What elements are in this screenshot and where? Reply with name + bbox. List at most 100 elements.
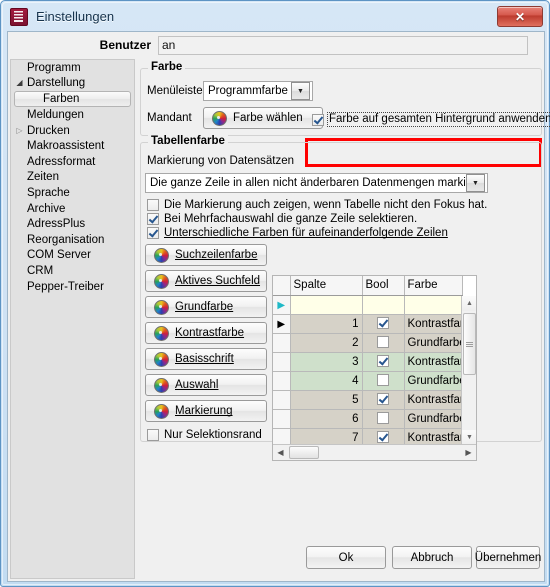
grid-header-indicator — [273, 276, 291, 296]
grid-cell-farbe: Grundfarbe — [404, 409, 463, 429]
grid-cell-bool[interactable] — [362, 352, 405, 372]
user-input[interactable] — [158, 35, 528, 55]
scroll-left-icon[interactable]: ◀ — [273, 448, 288, 457]
sidebar-item-farben[interactable]: Farben — [14, 91, 131, 108]
table-row[interactable]: ▶ 1 Kontrastfarbe — [273, 314, 463, 334]
table-row[interactable]: 5 Kontrastfarbe — [273, 390, 463, 410]
grid-cell-bool[interactable] — [362, 371, 405, 391]
grid-bool-checkbox[interactable] — [377, 431, 389, 444]
mandant-label: Mandant — [147, 112, 192, 124]
table-row[interactable]: 4 Grundfarbe — [273, 371, 463, 391]
close-icon[interactable]: ✕ — [497, 6, 543, 27]
grid-vscroll-thumb[interactable] — [463, 313, 476, 375]
sidebar-item-crm[interactable]: CRM — [11, 263, 134, 279]
scroll-up-icon[interactable]: ▲ — [462, 296, 476, 311]
color-button-label: Suchzeilenfarbe — [175, 249, 258, 261]
color-wheel-icon — [154, 273, 169, 289]
tree-expanded-icon[interactable]: ◢ — [13, 79, 26, 87]
color-wheel-icon — [154, 351, 169, 367]
sidebar-item-label: Darstellung — [27, 77, 86, 90]
window-title: Einstellungen — [36, 9, 115, 24]
menueleiste-combo[interactable]: Programmfarbe ▼ — [203, 81, 313, 101]
show-marking-without-focus-checkbox[interactable] — [147, 199, 159, 211]
color-button-auswahl[interactable]: Auswahl — [145, 374, 267, 396]
color-button-label: Aktives Suchfeld — [175, 275, 261, 287]
color-button-basisschrift[interactable]: Basisschrift — [145, 348, 267, 370]
grid-horizontal-scrollbar[interactable]: ◀ ▶ — [273, 444, 476, 460]
grid-cell-spalte — [290, 295, 363, 315]
sidebar-item-label: Makroassistent — [27, 140, 105, 153]
table-row[interactable]: 2 Grundfarbe — [273, 333, 463, 353]
table-row[interactable]: 6 Grundfarbe — [273, 409, 463, 429]
sidebar-item-programm[interactable]: Programm — [11, 60, 134, 76]
sidebar-item-sprache[interactable]: Sprache — [11, 185, 134, 201]
checkbox-row-focus[interactable]: Die Markierung auch zeigen, wenn Tabelle… — [147, 199, 487, 211]
choose-color-button[interactable]: Farbe wählen — [203, 107, 323, 129]
sidebar-item-label: Adressformat — [27, 155, 96, 168]
color-button-kontrastfarbe[interactable]: Kontrastfarbe — [145, 322, 267, 344]
selection-border-checkbox[interactable] — [147, 429, 159, 441]
selection-border-checkbox-row[interactable]: Nur Selektionsrand — [147, 429, 262, 441]
grid-bool-checkbox[interactable] — [377, 317, 389, 330]
cancel-button[interactable]: Abbruch — [392, 546, 472, 569]
markierung-combo[interactable]: Die ganze Zeile in allen nicht änderbare… — [145, 173, 488, 193]
color-button-suchzeilenfarbe[interactable]: Suchzeilenfarbe — [145, 244, 267, 266]
new-record-arrow-icon: ▶ — [277, 299, 286, 311]
grid-cell-bool[interactable] — [362, 409, 405, 429]
ok-button[interactable]: Ok — [306, 546, 386, 569]
grid-cell-bool[interactable] — [362, 295, 405, 315]
sidebar-item-archive[interactable]: Archive — [11, 201, 134, 217]
title-bar: Einstellungen ✕ — [3, 3, 549, 30]
grid-insert-row[interactable]: ▶ — [273, 295, 463, 315]
sidebar-item-drucken[interactable]: ▷ Drucken — [11, 123, 134, 139]
color-button-grundfarbe[interactable]: Grundfarbe — [145, 296, 267, 318]
choose-color-button-label: Farbe wählen — [233, 112, 303, 124]
sidebar-item-makroassistent[interactable]: Makroassistent — [11, 138, 134, 154]
sidebar-item-adressplus[interactable]: AdressPlus — [11, 216, 134, 232]
grid-bool-checkbox[interactable] — [377, 355, 389, 368]
multiselect-full-row-checkbox[interactable] — [147, 213, 159, 225]
checkbox-row-multiselect[interactable]: Bei Mehrfachauswahl die ganze Zeile sele… — [147, 213, 417, 225]
grid-bool-checkbox[interactable] — [377, 393, 389, 406]
apply-background-checkbox-row[interactable]: Farbe auf gesamten Hintergrund anwenden — [312, 112, 550, 127]
sidebar-item-zeiten[interactable]: Zeiten — [11, 170, 134, 186]
sidebar-item-pepper-treiber[interactable]: Pepper-Treiber — [11, 279, 134, 295]
scroll-down-icon[interactable]: ▼ — [462, 430, 476, 445]
sidebar-item-meldungen[interactable]: Meldungen — [11, 107, 134, 123]
grid-vertical-scrollbar[interactable]: ▲ ▼ — [461, 296, 476, 445]
color-button-aktives-suchfeld[interactable]: Aktives Suchfeld — [145, 270, 267, 292]
dialog-client-area: Benutzer Programm◢DarstellungFarbenMeldu… — [7, 31, 550, 582]
color-wheel-icon — [154, 377, 169, 393]
grid-bool-checkbox[interactable] — [377, 374, 389, 387]
table-row[interactable]: 3 Kontrastfarbe — [273, 352, 463, 372]
grid-header-bool: Bool — [362, 276, 405, 296]
alternating-row-colors-checkbox[interactable] — [147, 227, 159, 239]
grid-row-indicator — [273, 352, 291, 372]
preview-data-grid[interactable]: Spalte Bool Farbe ▶ ▶ 1 Kontrastfarbe 2 Grund… — [272, 275, 477, 461]
checkbox-row-alternating[interactable]: Unterschiedliche Farben für aufeinanderf… — [147, 227, 448, 239]
grid-cell-spalte: 3 — [290, 352, 363, 372]
apply-button[interactable]: Übernehmen — [475, 546, 541, 569]
color-wheel-icon — [154, 403, 169, 419]
sidebar-item-darstellung[interactable]: ◢ Darstellung — [11, 76, 134, 92]
sidebar-item-com-server[interactable]: COM Server — [11, 248, 134, 264]
selection-border-label: Nur Selektionsrand — [164, 429, 262, 441]
farbe-group-title: Farbe — [148, 61, 186, 73]
settings-category-tree[interactable]: Programm ◢ Darstellung Farben Meldungen ▷ Druc… — [10, 59, 135, 579]
grid-cell-bool[interactable] — [362, 314, 405, 334]
sidebar-item-adressformat[interactable]: Adressformat — [11, 154, 134, 170]
apply-background-checkbox[interactable] — [312, 113, 324, 126]
grid-cell-bool[interactable] — [362, 390, 405, 410]
tree-collapsed-icon[interactable]: ▷ — [13, 126, 26, 135]
grid-cell-bool[interactable] — [362, 333, 405, 353]
sidebar-item-label: CRM — [27, 264, 54, 277]
color-button-markierung[interactable]: Markierung — [145, 400, 267, 422]
grid-bool-checkbox[interactable] — [377, 412, 389, 425]
grid-bool-checkbox[interactable] — [377, 336, 389, 349]
grid-hscroll-thumb[interactable] — [289, 446, 319, 459]
color-wheel-icon — [154, 299, 169, 315]
color-button-label: Basisschrift — [175, 353, 234, 365]
sidebar-item-reorganisation[interactable]: Reorganisation — [11, 232, 134, 248]
grid-row-indicator — [273, 390, 291, 410]
scroll-right-icon[interactable]: ▶ — [461, 448, 476, 457]
